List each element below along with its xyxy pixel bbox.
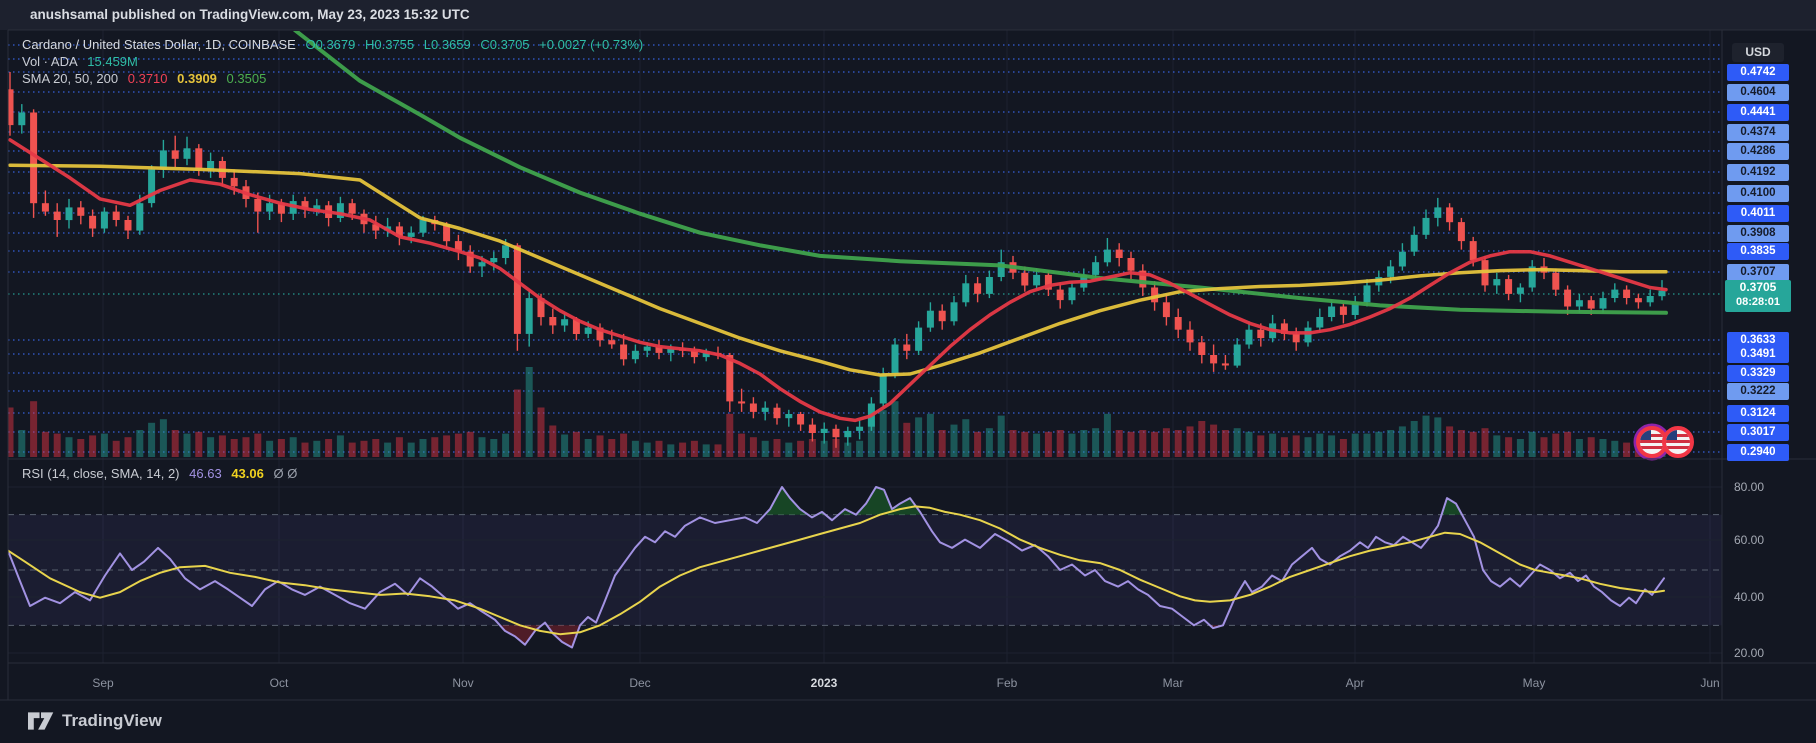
ohlc-low: L0.3659 xyxy=(424,37,471,52)
price-level-label: 0.4604 xyxy=(1727,84,1789,101)
rsi-scale-label: 20.00 xyxy=(1734,646,1764,660)
tradingview-logo-icon xyxy=(28,710,54,732)
price-level-label: 0.4192 xyxy=(1727,164,1789,181)
rsi-label: RSI (14, close, SMA, 14, 2) xyxy=(22,466,180,481)
ohlc-open: O0.3679 xyxy=(305,37,355,52)
current-price-time: 08:28:01 xyxy=(1725,295,1791,310)
price-level-label: 0.3908 xyxy=(1727,225,1789,242)
price-level-label: 0.3124 xyxy=(1727,405,1789,422)
ohlc-close: C0.3705 xyxy=(480,37,529,52)
price-scale-currency-label[interactable]: USD xyxy=(1732,43,1784,62)
time-axis-label: Apr xyxy=(1346,676,1365,690)
time-axis-label: Oct xyxy=(270,676,289,690)
price-level-label: 0.3017 xyxy=(1727,424,1789,441)
price-change: +0.0027 (+0.73%) xyxy=(539,37,643,52)
chart-canvas[interactable] xyxy=(0,0,1816,743)
time-axis-label: Dec xyxy=(629,676,650,690)
price-level-label: 0.3835 xyxy=(1727,243,1789,260)
price-level-label: 0.3707 xyxy=(1727,264,1789,281)
sma20-value: 0.3710 xyxy=(128,71,168,86)
sma-label: SMA 20, 50, 200 xyxy=(22,71,118,86)
price-level-label: 0.4286 xyxy=(1727,143,1789,160)
price-level-label: 0.4100 xyxy=(1727,185,1789,202)
volume-legend-row[interactable]: Vol · ADA 15.459M xyxy=(22,54,144,69)
price-level-label: 0.4011 xyxy=(1727,205,1789,222)
tradingview-published-chart: anushsamal published on TradingView.com,… xyxy=(0,0,1816,743)
price-level-label: 0.4441 xyxy=(1727,104,1789,121)
ohlc-high: H0.3755 xyxy=(365,37,414,52)
current-price: 0.3705 xyxy=(1725,280,1791,295)
current-price-label: 0.370508:28:01 xyxy=(1725,280,1791,312)
rsi-scale-label: 40.00 xyxy=(1734,590,1764,604)
rsi-scale-label: 60.00 xyxy=(1734,533,1764,547)
rsi-ma-value: 43.06 xyxy=(231,466,264,481)
volume-value: 15.459M xyxy=(87,54,138,69)
rsi-value: 46.63 xyxy=(189,466,222,481)
sma50-value: 0.3909 xyxy=(177,71,217,86)
time-axis-label: Sep xyxy=(92,676,113,690)
rsi-scale-label: 80.00 xyxy=(1734,480,1764,494)
symbol-legend-row[interactable]: Cardano / United States Dollar, 1D, COIN… xyxy=(22,37,649,52)
price-level-label: 0.4742 xyxy=(1727,64,1789,81)
time-axis-label: 2023 xyxy=(811,676,838,690)
sma-legend-row[interactable]: SMA 20, 50, 200 0.3710 0.3909 0.3505 xyxy=(22,71,272,86)
price-level-label: 0.3222 xyxy=(1727,383,1789,400)
time-axis-label: Mar xyxy=(1163,676,1184,690)
time-axis-label: Nov xyxy=(452,676,473,690)
time-axis-label: May xyxy=(1523,676,1546,690)
sma200-value: 0.3505 xyxy=(227,71,267,86)
tradingview-watermark[interactable]: TradingView xyxy=(28,710,162,732)
volume-label: Vol · ADA xyxy=(22,54,78,69)
price-level-label: 0.3329 xyxy=(1727,365,1789,382)
symbol-title: Cardano / United States Dollar, 1D, COIN… xyxy=(22,37,296,52)
usd-flag-icons xyxy=(1635,425,1692,459)
time-axis-label: Feb xyxy=(997,676,1018,690)
price-level-label: 0.2940 xyxy=(1727,444,1789,461)
rsi-legend-row[interactable]: RSI (14, close, SMA, 14, 2) 46.63 43.06 … xyxy=(22,466,303,481)
tradingview-watermark-text: TradingView xyxy=(62,711,162,731)
rsi-extra-values: Ø Ø xyxy=(273,466,297,481)
price-level-label: 0.4374 xyxy=(1727,124,1789,141)
price-level-label: 0.3491 xyxy=(1727,346,1789,363)
time-axis-label: Jun xyxy=(1700,676,1719,690)
